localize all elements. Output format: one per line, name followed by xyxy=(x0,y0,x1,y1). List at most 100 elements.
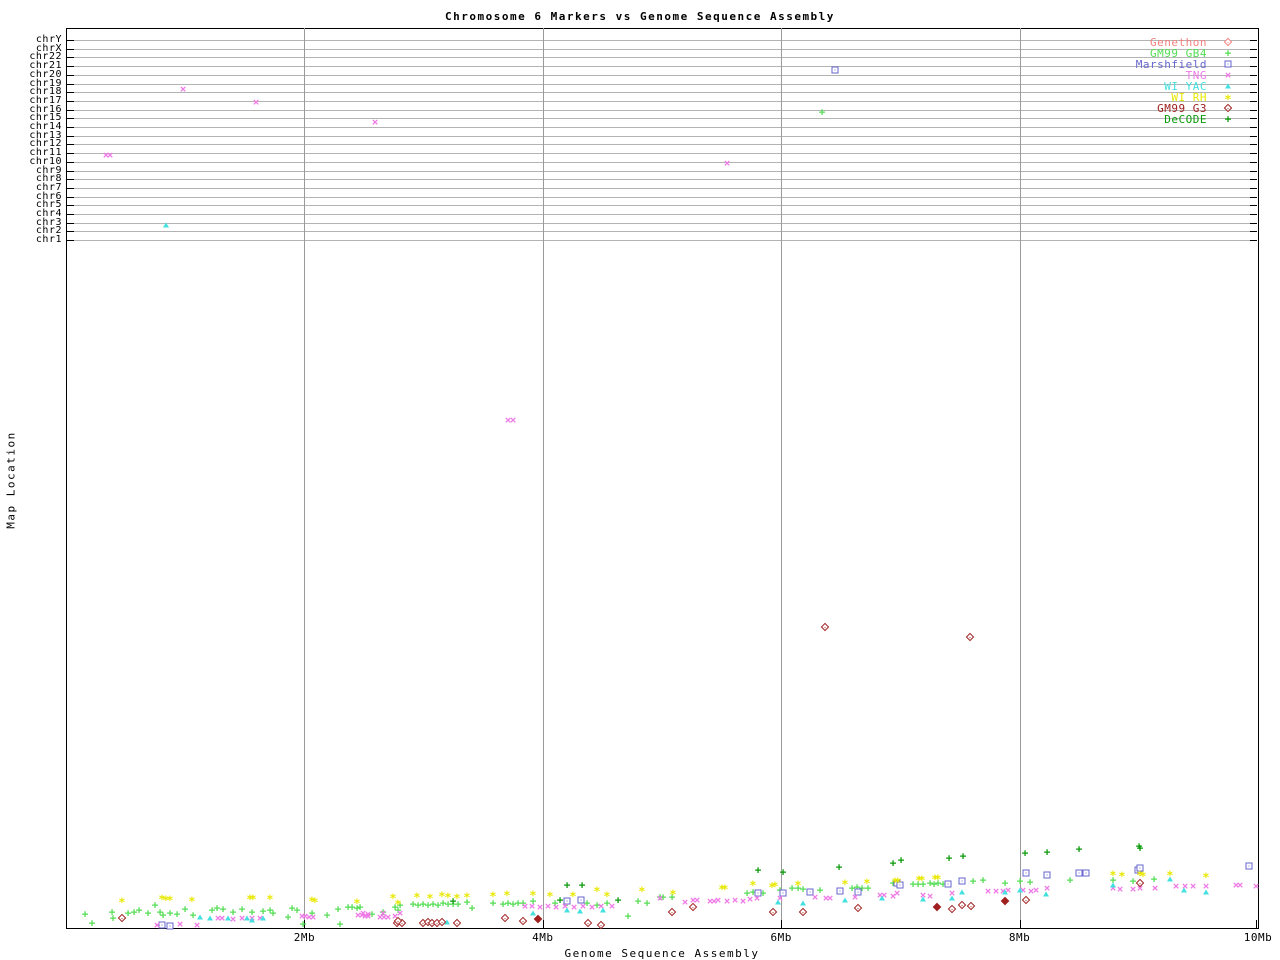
chromosome-gridline-chr15 xyxy=(67,118,1257,120)
y-tick-right-chrY xyxy=(1250,40,1257,41)
data-point-wi-rh: ∗ xyxy=(249,890,257,904)
data-point-wi-rh: ∗ xyxy=(118,893,126,907)
data-point-wi-rh: ∗ xyxy=(266,890,274,904)
data-point-wi-rh: ∗ xyxy=(311,893,319,907)
data-point-marshfield xyxy=(166,922,174,930)
data-point-tng: × xyxy=(364,907,372,921)
y-tick-left-chr10 xyxy=(67,161,74,163)
data-point-wi-yac xyxy=(1203,889,1209,895)
x-tick-label-6mb: 6Mb xyxy=(770,931,792,944)
y-tick-right-chr19 xyxy=(1250,83,1257,85)
data-point-marshfield xyxy=(1043,871,1051,879)
data-point-tng: × xyxy=(106,148,114,162)
data-point-wi-yac xyxy=(1043,891,1049,897)
data-point-wi-yac xyxy=(225,915,231,921)
data-point-wi-yac xyxy=(197,914,203,920)
data-point-wi-yac xyxy=(1017,887,1023,893)
data-point-wi-rh: ∗ xyxy=(463,888,471,902)
y-tick-right-chr4 xyxy=(1250,214,1257,215)
data-point-wi-rh: ∗ xyxy=(1139,867,1147,881)
data-point-wi-rh: ∗ xyxy=(546,887,554,901)
data-point-gm99-gb4: + xyxy=(88,916,96,930)
data-point-gm99-gb4: + xyxy=(269,906,277,920)
data-point-wi-rh: ∗ xyxy=(426,889,434,903)
data-point-wi-rh: ∗ xyxy=(794,876,802,890)
chromosome-gridline-chr19 xyxy=(67,83,1257,85)
y-tick-left-chr14 xyxy=(67,127,74,128)
chromosome-gridline-chr18 xyxy=(67,92,1257,94)
data-point-gm99-gb4: + xyxy=(181,902,189,916)
data-point-decode: + xyxy=(889,856,897,870)
data-point-wi-rh: ∗ xyxy=(934,870,942,884)
data-point-marshfield xyxy=(1082,869,1090,877)
data-point-gm99-gb4: + xyxy=(334,902,342,916)
x-tick-4mb xyxy=(542,920,544,928)
data-point-marshfield xyxy=(1022,869,1030,877)
y-tick-right-chr15 xyxy=(1250,118,1257,120)
chromosome-gridline-chr7 xyxy=(67,187,1257,189)
data-point-wi-yac xyxy=(249,917,255,923)
data-point-marshfield xyxy=(1075,869,1083,877)
data-point-wi-rh: ∗ xyxy=(771,877,779,891)
data-point-tng: × xyxy=(521,899,529,913)
y-tick-left-chr15 xyxy=(67,118,74,120)
chromosome-gridline-chr12 xyxy=(67,144,1257,146)
data-point-decode: + xyxy=(897,853,905,867)
data-point-tng: × xyxy=(926,889,934,903)
legend-marker-gm99-gb4-icon: + xyxy=(1224,46,1232,60)
data-point-gm99-gb4: + xyxy=(634,894,642,908)
y-tick-right-chr2 xyxy=(1250,231,1257,233)
data-point-wi-rh: ∗ xyxy=(394,895,402,909)
legend-marker-tng-icon: × xyxy=(1224,68,1232,82)
data-point-wi-rh: ∗ xyxy=(894,873,902,887)
y-tick-left-chr3 xyxy=(67,222,74,224)
legend-marker-decode-icon: + xyxy=(1224,112,1232,126)
data-point-wi-yac xyxy=(564,907,570,913)
chromosome-gridline-chrY xyxy=(67,40,1257,41)
data-point-tng: × xyxy=(153,918,161,932)
data-point-tng: × xyxy=(1129,882,1137,896)
data-point-gm99-gb4: + xyxy=(1066,873,1074,887)
chromosome-gridline-chr17 xyxy=(67,100,1257,102)
y-tick-left-chr20 xyxy=(67,74,74,76)
y-tick-left-chr1 xyxy=(67,240,74,242)
x-gridline-4mb xyxy=(542,28,544,928)
y-tick-right-chr6 xyxy=(1250,196,1257,198)
data-point-decode: + xyxy=(1043,845,1051,859)
data-point-tng: × xyxy=(1189,879,1197,893)
y-tick-right-chr18 xyxy=(1250,92,1257,94)
data-point-tng: × xyxy=(739,894,747,908)
y-tick-right-chr3 xyxy=(1250,222,1257,224)
data-point-wi-rh: ∗ xyxy=(721,880,729,894)
data-point-wi-rh: ∗ xyxy=(166,891,174,905)
chromosome-gridline-chr13 xyxy=(67,135,1257,137)
y-tick-right-chr8 xyxy=(1250,179,1257,181)
chromosome-gridline-chr10 xyxy=(67,161,1257,163)
data-point-tng: × xyxy=(811,890,819,904)
x-tick-label-2mb: 2Mb xyxy=(293,931,316,944)
data-point-tng: × xyxy=(371,115,379,129)
data-point-tng: × xyxy=(544,899,552,913)
data-point-wi-yac xyxy=(1181,887,1187,893)
data-point-gm99-gb4: + xyxy=(624,909,632,923)
data-point-tng: × xyxy=(179,82,187,96)
data-point-decode: + xyxy=(945,851,953,865)
data-point-gm99-gb4: + xyxy=(468,901,476,915)
y-tick-left-chr12 xyxy=(67,144,74,146)
y-tick-left-chr7 xyxy=(67,187,74,189)
data-point-tng: × xyxy=(1116,882,1124,896)
data-point-wi-yac xyxy=(949,895,955,901)
chromosome-gridline-chr9 xyxy=(67,170,1257,172)
x-tick-8mb xyxy=(1019,920,1021,928)
y-tick-right-chr7 xyxy=(1250,187,1257,189)
x-gridline-2mb xyxy=(304,28,306,928)
data-point-wi-rh: ∗ xyxy=(669,885,677,899)
data-point-decode: + xyxy=(1021,846,1029,860)
legend-marker-marshfield-icon xyxy=(1224,60,1232,68)
x-tick-label-4mb: 4Mb xyxy=(532,931,554,944)
data-point-gm99-gb4: + xyxy=(166,906,174,920)
y-tick-left-chr17 xyxy=(67,100,74,102)
data-point-decode: + xyxy=(1075,842,1083,856)
data-point-marshfield xyxy=(1245,862,1253,870)
data-point-wi-yac xyxy=(879,895,885,901)
